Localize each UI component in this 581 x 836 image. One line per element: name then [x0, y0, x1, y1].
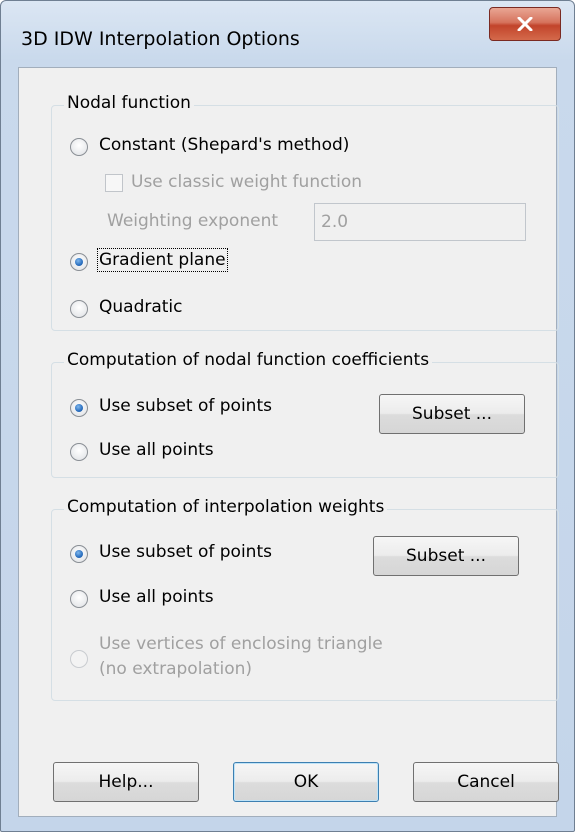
- weighting-exponent-input[interactable]: 2.0: [314, 203, 526, 241]
- coefficients-all-radio[interactable]: [70, 443, 88, 461]
- enclosing-triangle-label-line2[interactable]: (no extrapolation): [99, 659, 252, 679]
- classic-weight-checkbox[interactable]: [105, 174, 123, 192]
- weights-legend: Computation of interpolation weights: [64, 497, 388, 517]
- nodal-function-legend: Nodal function: [64, 93, 194, 113]
- coefficients-subset-label[interactable]: Use subset of points: [99, 396, 272, 416]
- quadratic-label[interactable]: Quadratic: [99, 297, 183, 317]
- weights-subset-radio[interactable]: [70, 545, 88, 563]
- coefficients-all-label[interactable]: Use all points: [99, 440, 214, 460]
- weighting-exponent-label: Weighting exponent: [107, 211, 279, 231]
- gradient-plane-radio[interactable]: [70, 253, 88, 271]
- cancel-button[interactable]: Cancel: [413, 762, 559, 802]
- coefficients-subset-button[interactable]: Subset ...: [379, 394, 525, 434]
- weights-all-radio[interactable]: [70, 590, 88, 608]
- weights-all-label[interactable]: Use all points: [99, 587, 214, 607]
- weights-subset-button[interactable]: Subset ...: [373, 536, 519, 576]
- enclosing-triangle-label-line1[interactable]: Use vertices of enclosing triangle: [99, 634, 383, 654]
- quadratic-radio[interactable]: [70, 300, 88, 318]
- dialog-title: 3D IDW Interpolation Options: [21, 28, 300, 50]
- constant-label[interactable]: Constant (Shepard's method): [99, 135, 349, 155]
- constant-radio[interactable]: [70, 138, 88, 156]
- coefficients-legend: Computation of nodal function coefficien…: [64, 350, 433, 370]
- ok-button[interactable]: OK: [233, 762, 379, 802]
- enclosing-triangle-radio[interactable]: [70, 650, 88, 668]
- weights-subset-label[interactable]: Use subset of points: [99, 542, 272, 562]
- close-button[interactable]: [489, 7, 561, 41]
- help-button[interactable]: Help...: [53, 762, 199, 802]
- close-icon: [517, 17, 533, 31]
- coefficients-subset-radio[interactable]: [70, 399, 88, 417]
- gradient-plane-label[interactable]: Gradient plane: [97, 248, 228, 272]
- dialog-window: 3D IDW Interpolation Options Nodal funct…: [0, 0, 575, 832]
- classic-weight-label[interactable]: Use classic weight function: [131, 172, 362, 192]
